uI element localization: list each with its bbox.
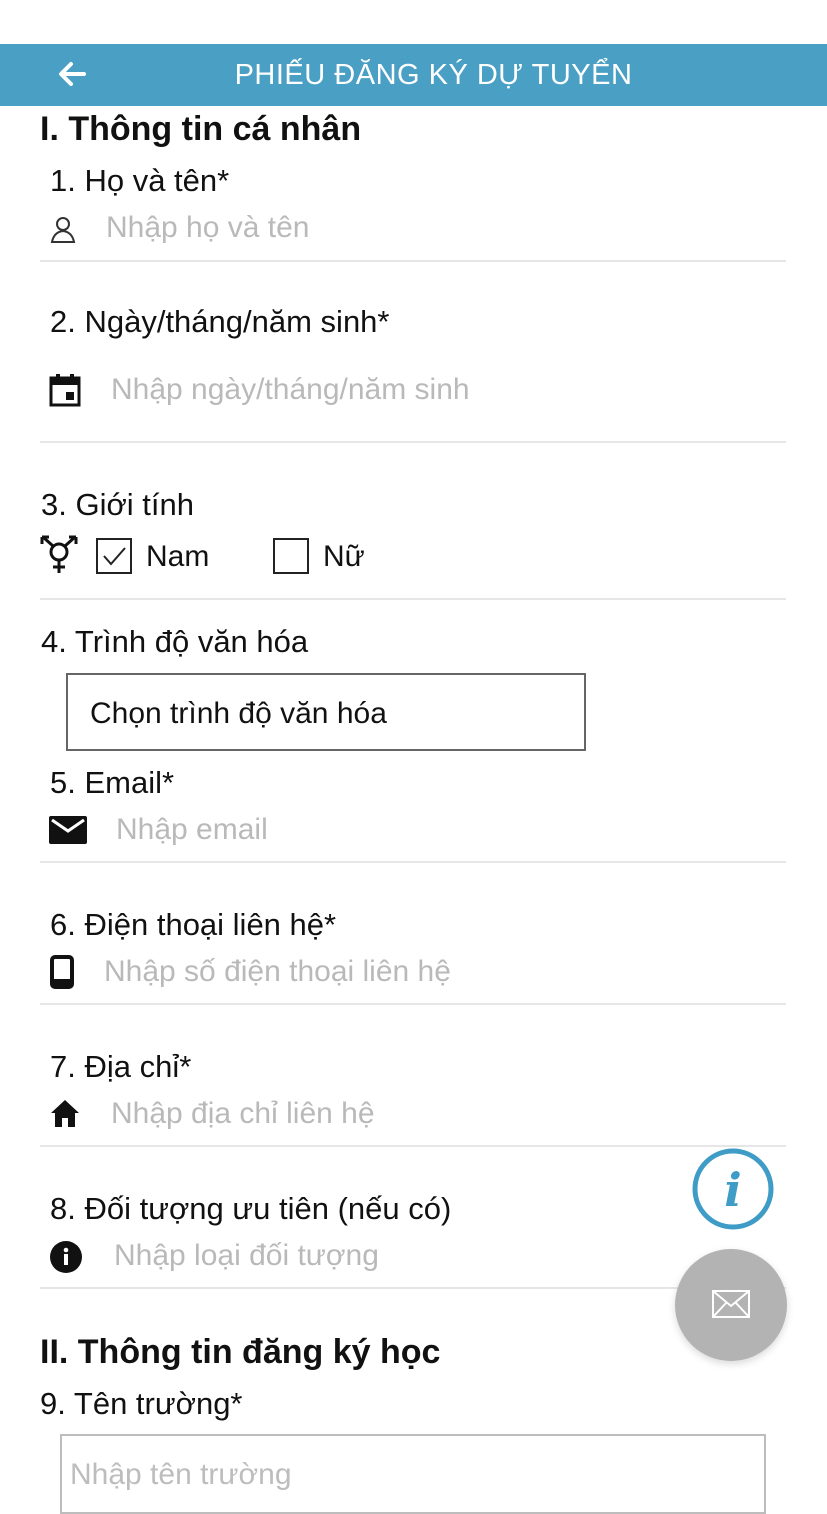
phone-icon	[50, 955, 74, 994]
gender-male-checkbox[interactable]	[96, 538, 132, 574]
person-icon	[48, 215, 78, 250]
email-label: 5. Email*	[50, 765, 175, 800]
page-title: PHIẾU ĐĂNG KÝ DỰ TUYỂN	[234, 59, 633, 91]
gender-icon	[39, 535, 79, 580]
address-input[interactable]: Nhập địa chỉ liên hệ	[111, 1097, 731, 1131]
divider	[40, 260, 786, 262]
phone-input[interactable]: Nhập số điện thoại liên hệ	[104, 955, 764, 989]
gender-female-label: Nữ	[323, 540, 365, 573]
section-study-info-title: II. Thông tin đăng ký học	[40, 1333, 441, 1371]
school-input-placeholder: Nhập tên trường	[70, 1458, 292, 1491]
phone-label: 6. Điện thoại liên hệ*	[50, 907, 337, 942]
mail-outline-icon	[712, 1290, 750, 1318]
education-select[interactable]: Chọn trình độ văn hóa	[66, 673, 586, 751]
section-personal-info-title: I. Thông tin cá nhân	[40, 110, 362, 148]
divider	[40, 441, 786, 443]
svg-text:i: i	[724, 1163, 741, 1217]
school-label: 9. Tên trường*	[40, 1386, 243, 1421]
divider	[40, 598, 786, 600]
name-input[interactable]: Nhập họ và tên	[106, 211, 746, 245]
divider	[40, 1287, 786, 1289]
dob-label: 2. Ngày/tháng/năm sinh*	[50, 304, 390, 339]
info-fab-icon[interactable]: i	[692, 1148, 774, 1230]
gender-label: 3. Giới tính	[41, 487, 195, 522]
app-header: PHIẾU ĐĂNG KÝ DỰ TUYỂN	[0, 44, 827, 106]
name-label: 1. Họ và tên*	[50, 163, 230, 198]
divider	[40, 1145, 786, 1147]
priority-label: 8. Đối tượng ưu tiên (nếu có)	[50, 1191, 452, 1226]
divider	[40, 861, 786, 863]
info-icon	[50, 1241, 82, 1278]
envelope-icon	[49, 816, 87, 849]
gender-female-checkbox[interactable]	[273, 538, 309, 574]
home-icon	[50, 1098, 80, 1133]
email-input[interactable]: Nhập email	[116, 813, 736, 847]
calendar-icon	[49, 373, 81, 412]
mail-fab-button[interactable]	[675, 1249, 787, 1361]
education-select-value: Chọn trình độ văn hóa	[90, 697, 387, 730]
school-input[interactable]: Nhập tên trường	[60, 1434, 766, 1514]
checkmark-icon	[103, 547, 126, 566]
address-label: 7. Địa chỉ*	[50, 1049, 192, 1084]
education-label: 4. Trình độ văn hóa	[41, 624, 309, 659]
priority-input[interactable]: Nhập loại đối tượng	[114, 1239, 674, 1273]
dob-input[interactable]: Nhập ngày/tháng/năm sinh	[111, 373, 751, 407]
gender-male-label: Nam	[146, 540, 210, 573]
divider	[40, 1003, 786, 1005]
